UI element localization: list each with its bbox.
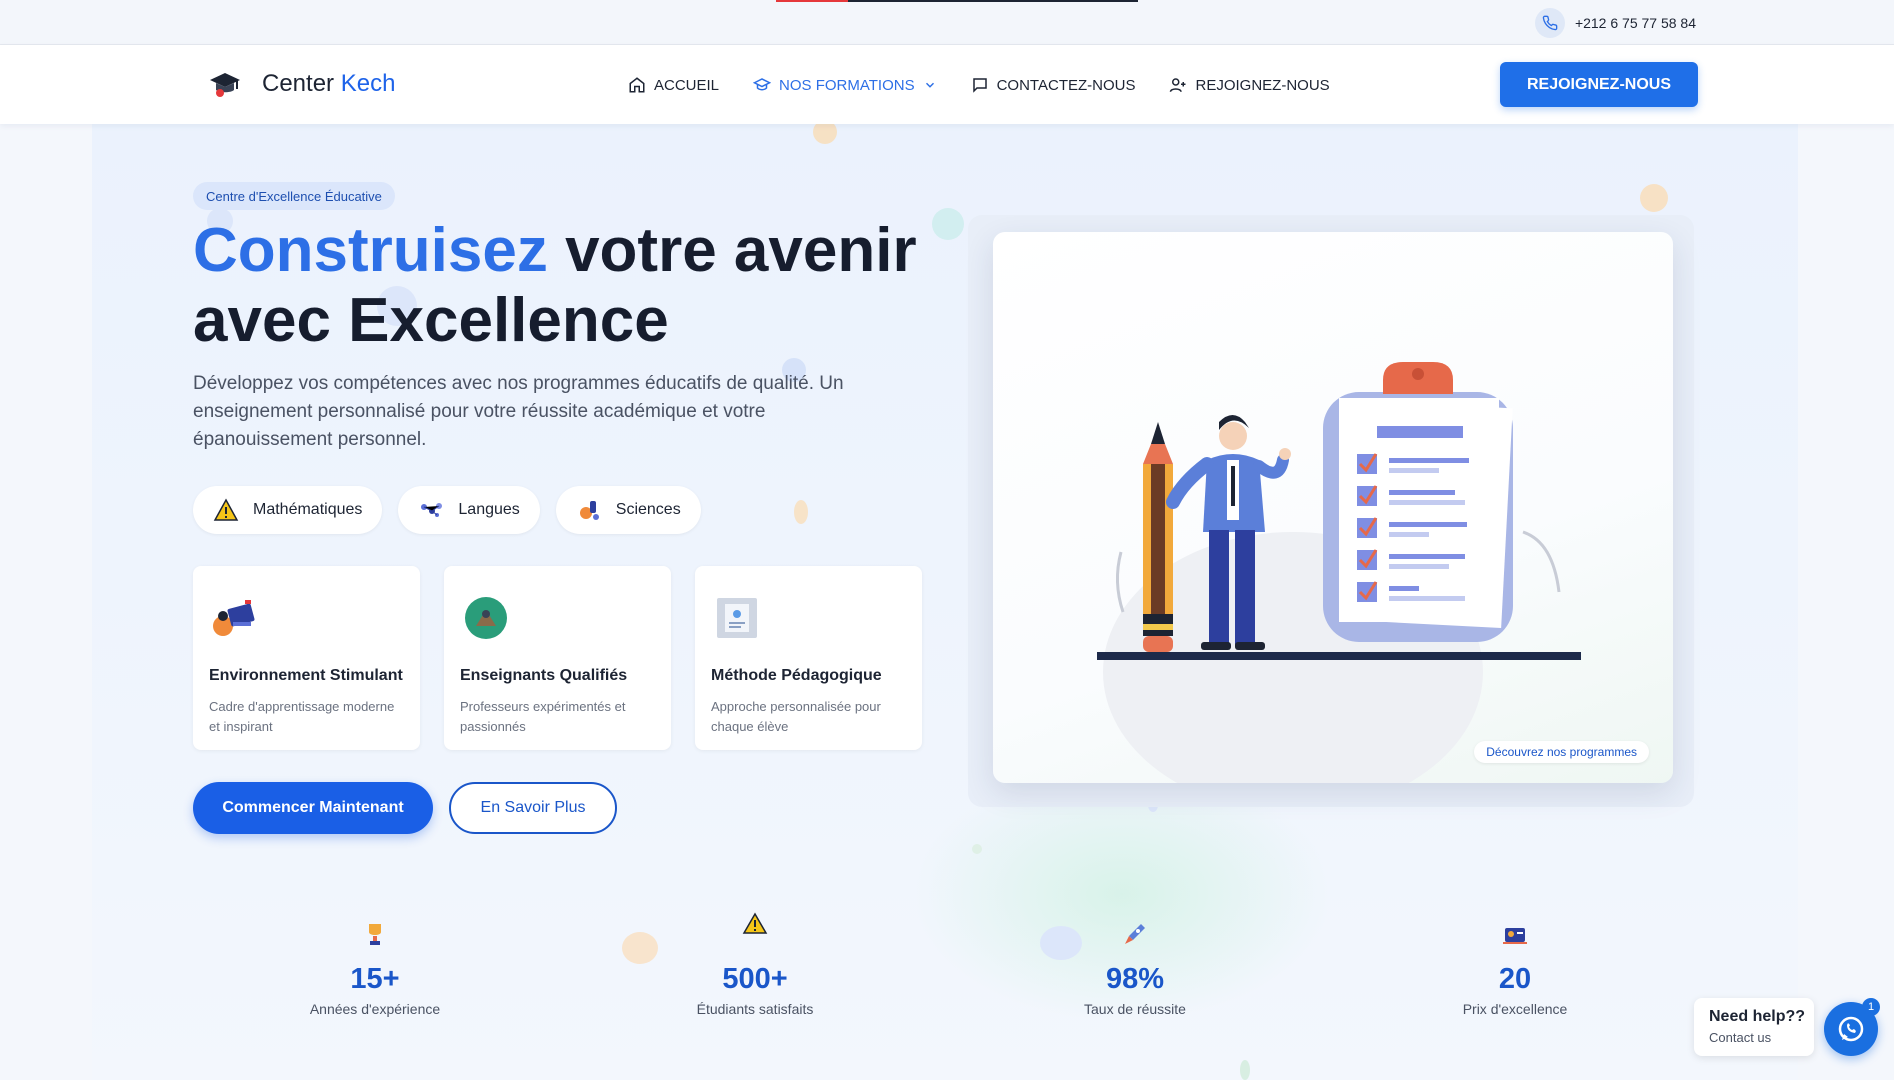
award-icon: [1503, 928, 1527, 944]
message-icon: [972, 78, 987, 93]
nav-rejoignez-nous[interactable]: REJOIGNEZ-NOUS: [1169, 73, 1330, 97]
decor-dot: [972, 844, 982, 854]
rocket-icon: [1125, 924, 1145, 944]
feature-card: Environnement Stimulant Cadre d'apprenti…: [193, 566, 420, 750]
hero-title-highlight: Construisez: [193, 216, 548, 285]
nav-accueil[interactable]: ACCUEIL: [628, 73, 719, 97]
hero-illustration-card: Découvrez nos programmes: [993, 232, 1673, 783]
hero-title-line2: avec Excellence: [193, 286, 669, 355]
top-info-bar: +212 6 75 77 58 84: [0, 0, 1894, 45]
chip-sciences[interactable]: Sciences: [555, 486, 701, 534]
learn-more-button[interactable]: En Savoir Plus: [449, 782, 617, 834]
science-icon: [579, 501, 599, 520]
stat-value: 15+: [350, 963, 400, 995]
brand-name: Center: [262, 70, 335, 97]
whatsapp-icon: [1838, 1016, 1864, 1042]
stat-label: Taux de réussite: [1084, 1001, 1186, 1017]
stat-item: 98% Taux de réussite: [1025, 920, 1245, 1017]
trophy-icon: [369, 924, 381, 945]
hero-title-line1: votre avenir: [547, 216, 917, 285]
help-title: Need help??: [1709, 1008, 1806, 1025]
nav-contactez-nous-label: CONTACTEZ-NOUS: [996, 76, 1136, 94]
stat-value: 98%: [1105, 963, 1165, 995]
home-icon: [629, 77, 645, 93]
feature-title: Environnement Stimulant: [209, 667, 403, 684]
feature-card: Méthode Pédagogique Approche personnalis…: [695, 566, 922, 750]
feature-desc: Professeurs expérimentés et passionnés: [460, 699, 626, 734]
help-widget[interactable]: Need help?? Contact us: [1694, 998, 1814, 1056]
discover-programs-tag[interactable]: Découvrez nos programmes: [1474, 741, 1649, 763]
stat-label: Prix d'excellence: [1462, 1001, 1568, 1017]
warning-icon: [742, 912, 768, 934]
nav-accueil-label: ACCUEIL: [654, 76, 720, 94]
help-subtitle: Contact us: [1709, 1030, 1772, 1045]
feature-title: Enseignants Qualifiés: [460, 667, 628, 684]
warning-icon: [213, 498, 239, 521]
decor-dot: [794, 500, 808, 524]
chip-langues[interactable]: Langues: [398, 486, 540, 534]
brand-name-accent: Kech: [340, 70, 396, 97]
phone-contact[interactable]: +212 6 75 77 58 84: [1534, 8, 1696, 38]
feature-cards: Environnement Stimulant Cadre d'apprenti…: [193, 566, 922, 750]
phone-number: +212 6 75 77 58 84: [1574, 15, 1696, 31]
stat-item: 20 Prix d'excellence: [1405, 920, 1625, 1017]
decor-dot: [1240, 1060, 1250, 1080]
nav-rejoignez-nous-label: REJOIGNEZ-NOUS: [1195, 76, 1330, 94]
start-now-button[interactable]: Commencer Maintenant: [193, 782, 433, 834]
decor-dot: [1640, 184, 1668, 212]
subject-chips: Mathématiques Langues Sciences: [193, 486, 701, 534]
whatsapp-chat-button[interactable]: 1: [1824, 998, 1880, 1056]
nav-nos-formations[interactable]: NOS FORMATIONS: [753, 73, 937, 97]
feature-desc: Approche personnalisée pour chaque élève: [711, 699, 881, 734]
teacher-clipboard-illustration: [1097, 362, 1581, 783]
nav-contactez-nous[interactable]: CONTACTEZ-NOUS: [971, 73, 1136, 97]
hero-subtitle: Développez vos compétences avec nos prog…: [193, 373, 844, 450]
chip-label: Sciences: [615, 501, 681, 518]
graduation-cap-logo-icon: [210, 73, 240, 97]
stat-item: 15+ Années d'expérience: [265, 920, 485, 1017]
feature-desc: Cadre d'apprentissage moderne et inspira…: [209, 699, 395, 734]
chip-label: Langues: [458, 501, 520, 518]
scroll-progress-bar: [776, 0, 1138, 2]
stat-item: 500+ Étudiants satisfaits: [645, 912, 865, 1017]
teacher-icon: [465, 597, 507, 639]
hero-title: Construisez votre avenir avec Excellence: [193, 216, 953, 356]
phone-icon: [1534, 8, 1565, 38]
stat-value: 20: [1498, 963, 1532, 995]
graduation-cap-icon: [753, 78, 772, 91]
stat-value: 500+: [722, 963, 788, 995]
study-environment-icon: [213, 600, 255, 636]
user-plus-icon: [1170, 78, 1186, 92]
stat-label: Années d'expérience: [309, 1001, 441, 1017]
method-document-icon: [717, 598, 757, 638]
hero-badge: Centre d'Excellence Éducative: [193, 182, 395, 210]
notification-badge: 1: [1862, 998, 1880, 1016]
stat-label: Étudiants satisfaits: [696, 1001, 814, 1017]
brand-logo[interactable]: Center Kech: [208, 67, 395, 101]
chip-label: Mathématiques: [253, 501, 363, 518]
join-us-button[interactable]: REJOIGNEZ-NOUS: [1500, 62, 1698, 107]
chevron-down-icon: [925, 82, 934, 88]
feature-card: Enseignants Qualifiés Professeurs expéri…: [444, 566, 671, 750]
main-navbar: Center Kech ACCUEIL NOS FORMATIONS CONTA…: [0, 45, 1894, 124]
nav-menu: ACCUEIL NOS FORMATIONS CONTACTEZ-NOUS RE…: [628, 73, 1364, 97]
chip-mathematiques[interactable]: Mathématiques: [193, 486, 383, 534]
language-network-icon: [421, 503, 443, 517]
feature-title: Méthode Pédagogique: [711, 667, 882, 684]
nav-nos-formations-label: NOS FORMATIONS: [779, 76, 915, 94]
